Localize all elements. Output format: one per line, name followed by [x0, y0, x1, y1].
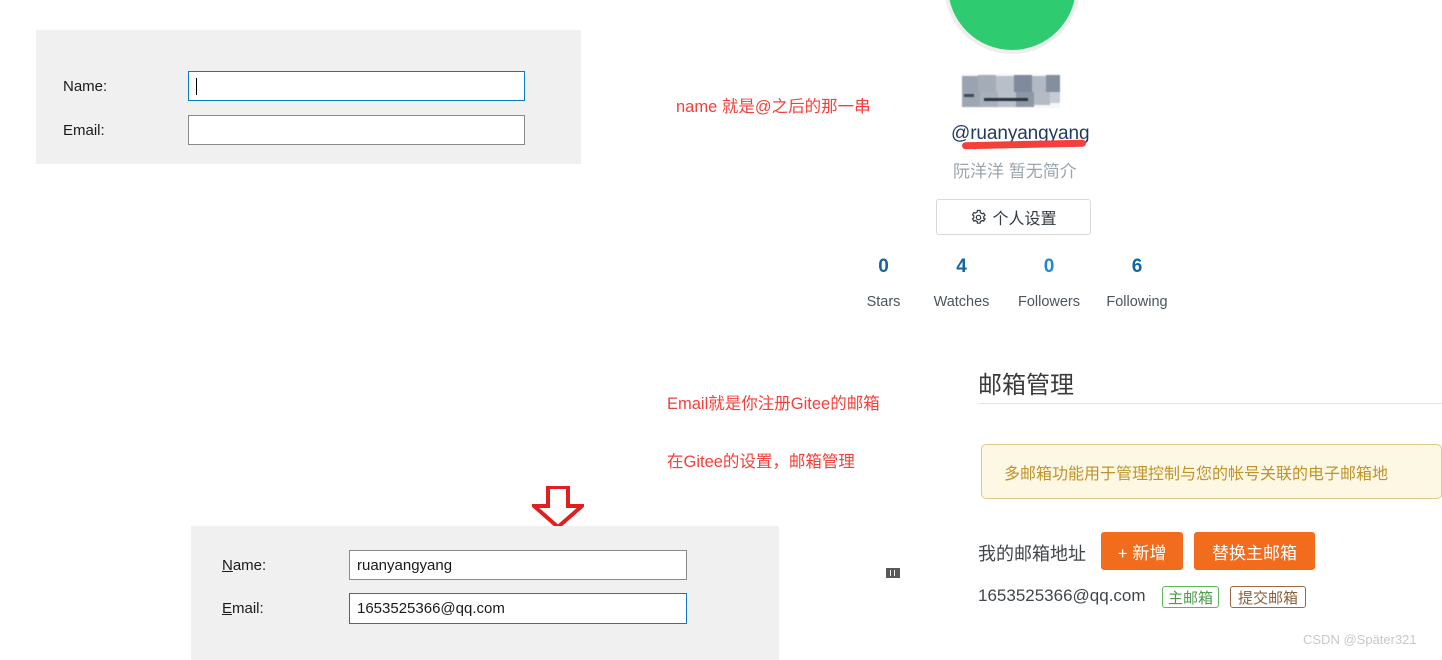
stat-watches-label: Watches — [933, 294, 990, 310]
top-form-panel: Name: Email: — [36, 30, 581, 164]
personal-settings-label: 个人设置 — [992, 211, 1057, 228]
personal-settings-button[interactable]: 个人设置 — [936, 199, 1091, 235]
bottom-form-email-accel: E — [222, 600, 233, 617]
stat-followers[interactable]: 0 Followers — [1005, 255, 1093, 313]
top-form-email-input[interactable] — [188, 115, 525, 145]
bottom-form-name-row: Name: ruanyangyang — [222, 550, 752, 580]
stat-watches[interactable]: 4 Watches — [918, 255, 1005, 313]
bottom-form-name-input[interactable]: ruanyangyang — [349, 550, 687, 580]
top-form-name-input[interactable] — [188, 71, 525, 101]
bottom-form-email-label: Email: — [222, 600, 349, 617]
missing-glyph-box — [886, 568, 900, 578]
stat-stars-label: Stars — [866, 294, 901, 310]
csdn-watermark: CSDN @Später321 — [1303, 632, 1417, 647]
bottom-form-email-rest: mail: — [232, 600, 264, 617]
bottom-form-email-value: 1653525366@qq.com — [357, 600, 505, 617]
annotation-email-hint-2: 在Gitee的设置，邮箱管理 — [667, 453, 855, 471]
gear-icon — [970, 209, 987, 226]
top-form-name-label: Name: — [63, 77, 108, 95]
annotation-email-hint: Email就是你注册Gitee的邮箱 — [667, 395, 880, 413]
stat-stars-value: 0 — [878, 256, 889, 277]
my-email-address-label: 我的邮箱地址 — [978, 544, 1086, 564]
multi-email-notice: 多邮箱功能用于管理控制与您的帐号关联的电子邮箱地 — [981, 444, 1442, 499]
text-caret — [196, 77, 197, 95]
add-email-button[interactable]: + 新增 — [1101, 532, 1183, 570]
stat-following-value: 6 — [1131, 256, 1143, 277]
email-section-title: 邮箱管理 — [978, 372, 1074, 399]
primary-email-badge[interactable]: 主邮箱 — [1162, 586, 1219, 608]
stat-following[interactable]: 6 Following — [1093, 255, 1181, 313]
bottom-form-name-rest: ame: — [232, 556, 267, 574]
bottom-form-panel: Name: ruanyangyang Email: 1653525366@qq.… — [191, 526, 779, 660]
bottom-form-name-label: Name: — [222, 557, 349, 574]
avatar[interactable] — [948, 0, 1076, 50]
bottom-form-email-row: Email: 1653525366@qq.com — [222, 593, 752, 624]
stat-following-label: Following — [1106, 294, 1168, 310]
replace-primary-email-button[interactable]: 替换主邮箱 — [1194, 532, 1315, 570]
top-form-name-row: Name: — [63, 71, 558, 101]
redacted-realname — [962, 74, 1060, 108]
bottom-form-name-value: ruanyangyang — [357, 556, 453, 574]
annotation-name-hint: name 就是@之后的那一串 — [676, 98, 871, 116]
stat-stars[interactable]: 0 Stars — [849, 255, 918, 313]
stat-followers-value: 0 — [1043, 256, 1055, 277]
email-address-value: 1653525366@qq.com — [978, 586, 1146, 605]
profile-bio: 阮洋洋 暂无简介 — [953, 162, 1077, 181]
email-section-divider — [978, 403, 1442, 404]
bottom-form-email-input[interactable]: 1653525366@qq.com — [349, 593, 687, 624]
red-down-arrow-icon — [532, 486, 584, 528]
submit-email-badge[interactable]: 提交邮箱 — [1230, 586, 1306, 608]
top-form-email-row: Email: — [63, 115, 558, 145]
stat-followers-label: Followers — [1017, 294, 1081, 310]
annotation-handle-underline — [961, 139, 1087, 150]
stat-watches-value: 4 — [956, 256, 967, 277]
profile-stats: 0 Stars 4 Watches 0 Followers 6 Followin… — [849, 255, 1181, 313]
top-form-email-label: Email: — [63, 121, 105, 139]
bottom-form-name-accel: N — [222, 556, 233, 574]
